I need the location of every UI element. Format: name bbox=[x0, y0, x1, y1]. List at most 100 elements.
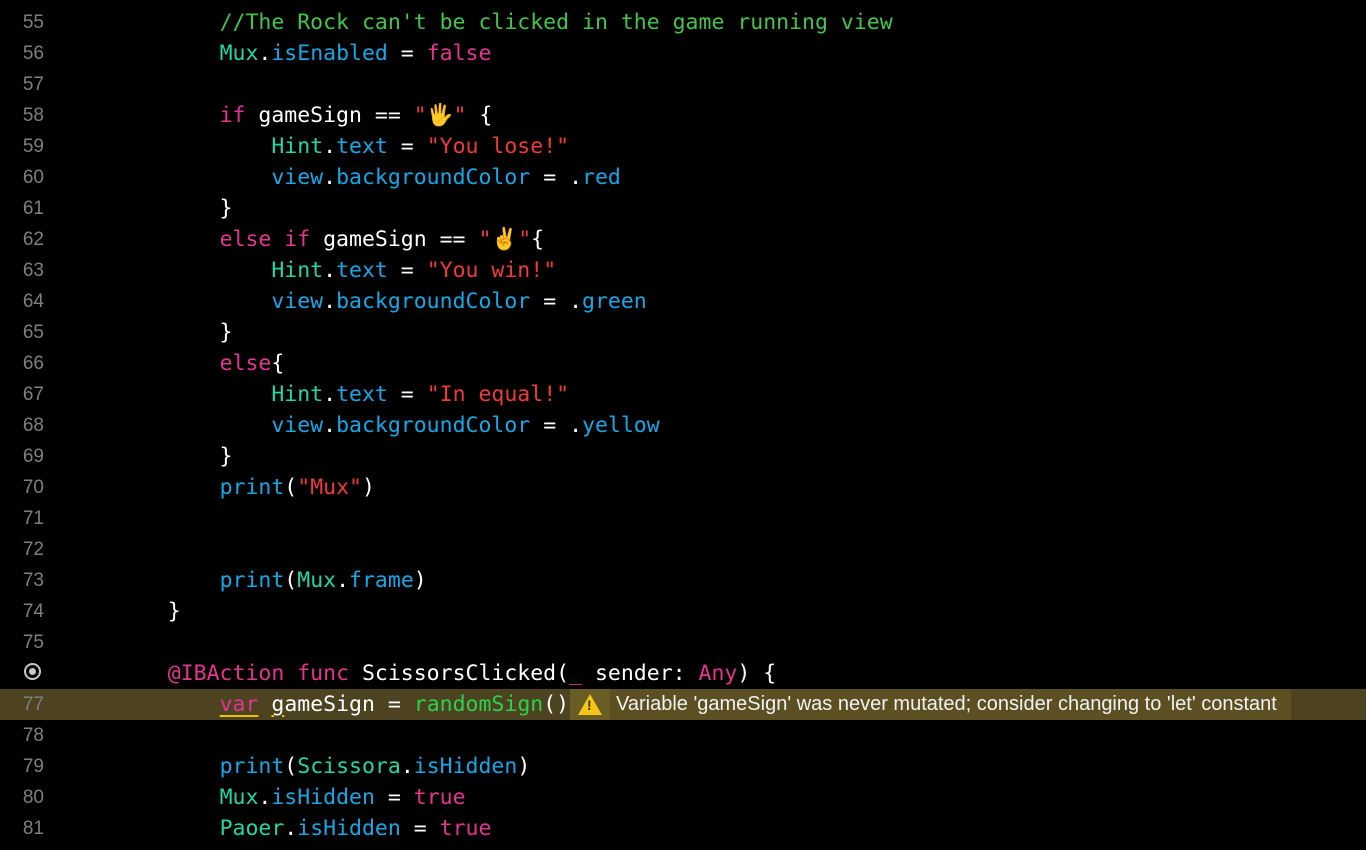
code-line[interactable]: 75 bbox=[0, 627, 1366, 658]
code-token-string: " bbox=[413, 103, 427, 128]
code-line[interactable]: 58 if gameSign == "🖐" { bbox=[0, 100, 1366, 131]
code-token-prop: text bbox=[336, 382, 388, 407]
code-token-class: Mux bbox=[297, 568, 337, 593]
line-number[interactable]: 81 bbox=[0, 813, 44, 844]
code-token-plain: gameSign == bbox=[245, 103, 414, 128]
code-text[interactable]: Mux.isEnabled = false bbox=[116, 38, 492, 69]
code-token-prop: green bbox=[582, 289, 647, 314]
code-text[interactable]: view.backgroundColor = .green bbox=[116, 286, 647, 317]
code-line[interactable]: 65 } bbox=[0, 317, 1366, 348]
line-number[interactable]: 72 bbox=[0, 534, 44, 565]
warning-icon-button[interactable] bbox=[570, 689, 610, 720]
code-text[interactable]: } bbox=[116, 317, 233, 348]
code-text[interactable]: Hint.text = "In equal!" bbox=[116, 379, 569, 410]
code-text[interactable]: Hint.text = "You lose!" bbox=[116, 131, 569, 162]
code-token-class: Mux bbox=[219, 785, 259, 810]
code-line[interactable]: 81 Paoer.isHidden = true bbox=[0, 813, 1366, 844]
line-number[interactable]: 59 bbox=[0, 131, 44, 162]
code-line[interactable]: 62 else if gameSign == "✌️"{ bbox=[0, 224, 1366, 255]
line-number[interactable]: 68 bbox=[0, 410, 44, 441]
code-line[interactable]: 67 Hint.text = "In equal!" bbox=[0, 379, 1366, 410]
code-line[interactable]: 74 } bbox=[0, 596, 1366, 627]
code-text[interactable]: @IBAction func ScissorsClicked(_ sender:… bbox=[116, 658, 776, 689]
code-token-string: "In equal!" bbox=[426, 382, 570, 407]
code-line[interactable]: 57 bbox=[0, 69, 1366, 100]
line-number[interactable]: 61 bbox=[0, 193, 44, 224]
warning-annotation[interactable]: Variable 'gameSign' was never mutated; c… bbox=[570, 689, 1291, 720]
code-text[interactable]: if gameSign == "🖐" { bbox=[116, 100, 493, 131]
line-number[interactable]: 74 bbox=[0, 596, 44, 627]
line-number[interactable]: 56 bbox=[0, 38, 44, 69]
code-text[interactable]: //The Rock can't be clicked in the game … bbox=[116, 7, 893, 38]
line-number[interactable]: 55 bbox=[0, 7, 44, 38]
code-text[interactable]: Hint.text = "You win!" bbox=[116, 255, 556, 286]
code-line[interactable]: 64 view.backgroundColor = .green bbox=[0, 286, 1366, 317]
code-line[interactable]: 71 bbox=[0, 503, 1366, 534]
line-number[interactable]: 73 bbox=[0, 565, 44, 596]
breakpoint-circle-icon[interactable] bbox=[24, 663, 41, 680]
code-text[interactable]: } bbox=[116, 441, 233, 472]
line-number[interactable]: 67 bbox=[0, 379, 44, 410]
line-number[interactable]: 57 bbox=[0, 69, 44, 100]
line-number[interactable]: 62 bbox=[0, 224, 44, 255]
code-token-emoji: ✌️ bbox=[491, 227, 519, 252]
code-text[interactable]: else if gameSign == "✌️"{ bbox=[116, 224, 545, 255]
code-line[interactable]: 60 view.backgroundColor = .red bbox=[0, 162, 1366, 193]
line-number[interactable]: 64 bbox=[0, 286, 44, 317]
line-number[interactable]: 80 bbox=[0, 782, 44, 813]
code-line[interactable]: 59 Hint.text = "You lose!" bbox=[0, 131, 1366, 162]
line-number[interactable]: 66 bbox=[0, 348, 44, 379]
line-number[interactable]: 70 bbox=[0, 472, 44, 503]
code-token-plain: } bbox=[116, 196, 233, 221]
code-line[interactable]: 80 Mux.isHidden = true bbox=[0, 782, 1366, 813]
code-line[interactable]: 55 //The Rock can't be clicked in the ga… bbox=[0, 7, 1366, 38]
code-token-keyword: true bbox=[413, 785, 466, 810]
code-line[interactable]: 66 else{ bbox=[0, 348, 1366, 379]
code-line[interactable]: 77 var gameSign = randomSign() Variable '… bbox=[0, 689, 1366, 720]
line-number[interactable]: 58 bbox=[0, 100, 44, 131]
code-token-plain: . bbox=[323, 413, 337, 438]
code-text[interactable]: else{ bbox=[116, 348, 285, 379]
code-line[interactable]: 78 bbox=[0, 720, 1366, 751]
code-line[interactable]: 72 bbox=[0, 534, 1366, 565]
code-line[interactable]: 70 print("Mux") bbox=[0, 472, 1366, 503]
code-line[interactable]: 61 } bbox=[0, 193, 1366, 224]
code-line[interactable]: 69 } bbox=[0, 441, 1366, 472]
line-number[interactable]: 75 bbox=[0, 627, 44, 658]
line-number[interactable]: 69 bbox=[0, 441, 44, 472]
line-number[interactable]: 78 bbox=[0, 720, 44, 751]
line-number[interactable]: 79 bbox=[0, 751, 44, 782]
code-text[interactable]: Mux.isHidden = true bbox=[116, 782, 466, 813]
line-number[interactable]: 63 bbox=[0, 255, 44, 286]
code-text[interactable]: } bbox=[116, 596, 181, 627]
code-token-plain: ( bbox=[284, 568, 298, 593]
code-line[interactable]: 63 Hint.text = "You win!" bbox=[0, 255, 1366, 286]
code-text[interactable]: view.backgroundColor = .yellow bbox=[116, 410, 659, 441]
code-text[interactable]: print(Mux.frame) bbox=[116, 565, 427, 596]
line-number[interactable]: 77 bbox=[0, 689, 44, 720]
code-text[interactable]: print("Mux") bbox=[116, 472, 375, 503]
code-token-keyword: if bbox=[219, 103, 246, 128]
code-text[interactable]: var gameSign = randomSign() bbox=[116, 689, 570, 720]
line-number[interactable]: 60 bbox=[0, 162, 44, 193]
line-number[interactable]: 65 bbox=[0, 317, 44, 348]
line-number[interactable]: 71 bbox=[0, 503, 44, 534]
code-text[interactable]: } bbox=[116, 193, 233, 224]
code-text[interactable]: view.backgroundColor = .red bbox=[116, 162, 621, 193]
code-token-plain: . bbox=[323, 258, 337, 283]
code-text[interactable]: print(Scissora.isHidden) bbox=[116, 751, 531, 782]
code-line[interactable]: 56 Mux.isEnabled = false bbox=[0, 38, 1366, 69]
code-token-prop: print bbox=[219, 754, 285, 779]
code-line[interactable]: 73 print(Mux.frame) bbox=[0, 565, 1366, 596]
code-line[interactable]: 68 view.backgroundColor = .yellow bbox=[0, 410, 1366, 441]
code-line[interactable]: 79 print(Scissora.isHidden) bbox=[0, 751, 1366, 782]
code-editor[interactable]: 55 //The Rock can't be clicked in the ga… bbox=[0, 7, 1366, 850]
code-token-func: randomSign bbox=[413, 692, 544, 717]
code-text[interactable]: Paoer.isHidden = true bbox=[116, 813, 492, 844]
code-token-plain: ) bbox=[361, 475, 375, 500]
code-line[interactable]: @IBAction func ScissorsClicked(_ sender:… bbox=[0, 658, 1366, 689]
